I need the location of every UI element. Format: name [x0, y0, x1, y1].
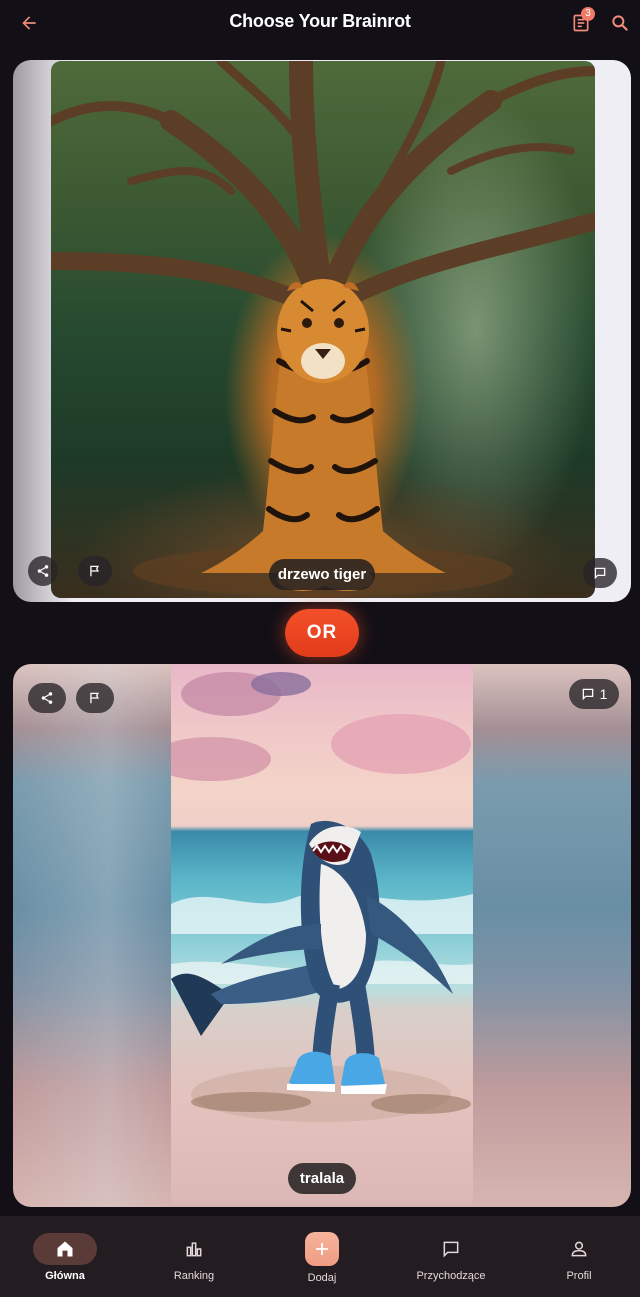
nav-label-profile: Profil — [566, 1270, 592, 1282]
comment-button-bottom[interactable]: 1 — [569, 679, 619, 709]
nav-item-home[interactable]: Główna — [1, 1216, 129, 1297]
comment-count: 1 — [599, 686, 608, 702]
blurred-background-left — [13, 664, 171, 1207]
nav-label-ranking: Ranking — [173, 1270, 215, 1282]
nav-item-profile[interactable]: Profil — [515, 1216, 640, 1297]
character-name-bottom: tralala — [288, 1163, 356, 1194]
share-button-top[interactable] — [28, 556, 58, 586]
home-icon — [57, 1241, 73, 1257]
character-name-top: drzewo tiger — [269, 559, 375, 590]
flag-icon — [90, 565, 99, 577]
app-root: Choose Your Brainrot 3 drzewo tiger OR 1… — [0, 0, 640, 1297]
plus-icon — [316, 1243, 328, 1255]
search-button[interactable] — [605, 8, 635, 38]
choice-card-bottom[interactable]: 1 tralala — [13, 664, 631, 1207]
flag-icon — [90, 692, 99, 704]
nav-label-incoming: Przychodzące — [416, 1270, 486, 1282]
choice-image-bottom — [171, 664, 473, 1204]
search-icon — [612, 15, 628, 31]
notification-badge: 3 — [581, 7, 595, 21]
report-button-bottom[interactable] — [76, 683, 114, 713]
choice-image-top — [51, 61, 595, 598]
share-button-bottom[interactable] — [28, 683, 66, 713]
comment-icon — [594, 567, 606, 580]
share-icon — [37, 565, 49, 577]
nav-item-ranking[interactable]: Ranking — [130, 1216, 258, 1297]
nav-item-add[interactable]: Dodaj — [258, 1216, 386, 1297]
nav-item-incoming[interactable]: Przychodzące — [387, 1216, 515, 1297]
nav-icon-wrap-incoming — [419, 1233, 483, 1265]
add-button[interactable] — [305, 1232, 339, 1266]
page-title: Choose Your Brainrot — [229, 11, 411, 31]
nav-icon-wrap-ranking — [162, 1233, 226, 1265]
choice-card-top[interactable]: drzewo tiger — [13, 60, 631, 602]
bar-chart-icon — [186, 1242, 202, 1257]
nav-label-home: Główna — [45, 1270, 85, 1282]
or-divider-button[interactable]: OR — [285, 609, 359, 657]
top-app-bar: Choose Your Brainrot 3 — [0, 0, 640, 46]
share-icon — [41, 692, 53, 704]
bottom-navigation: Główna Ranking Dodaj Przychodzące Profil — [0, 1216, 640, 1297]
nav-icon-wrap-profile — [547, 1233, 611, 1265]
nav-label-add: Dodaj — [307, 1272, 337, 1284]
shark-sneakers-illustration — [171, 672, 473, 1122]
nav-active-indicator — [33, 1233, 97, 1265]
chat-icon — [443, 1241, 459, 1258]
comment-button-top[interactable] — [583, 558, 617, 588]
comment-icon — [582, 688, 593, 701]
person-icon — [571, 1241, 587, 1257]
tiger-tree-illustration — [133, 279, 513, 597]
report-button-top[interactable] — [78, 556, 112, 586]
